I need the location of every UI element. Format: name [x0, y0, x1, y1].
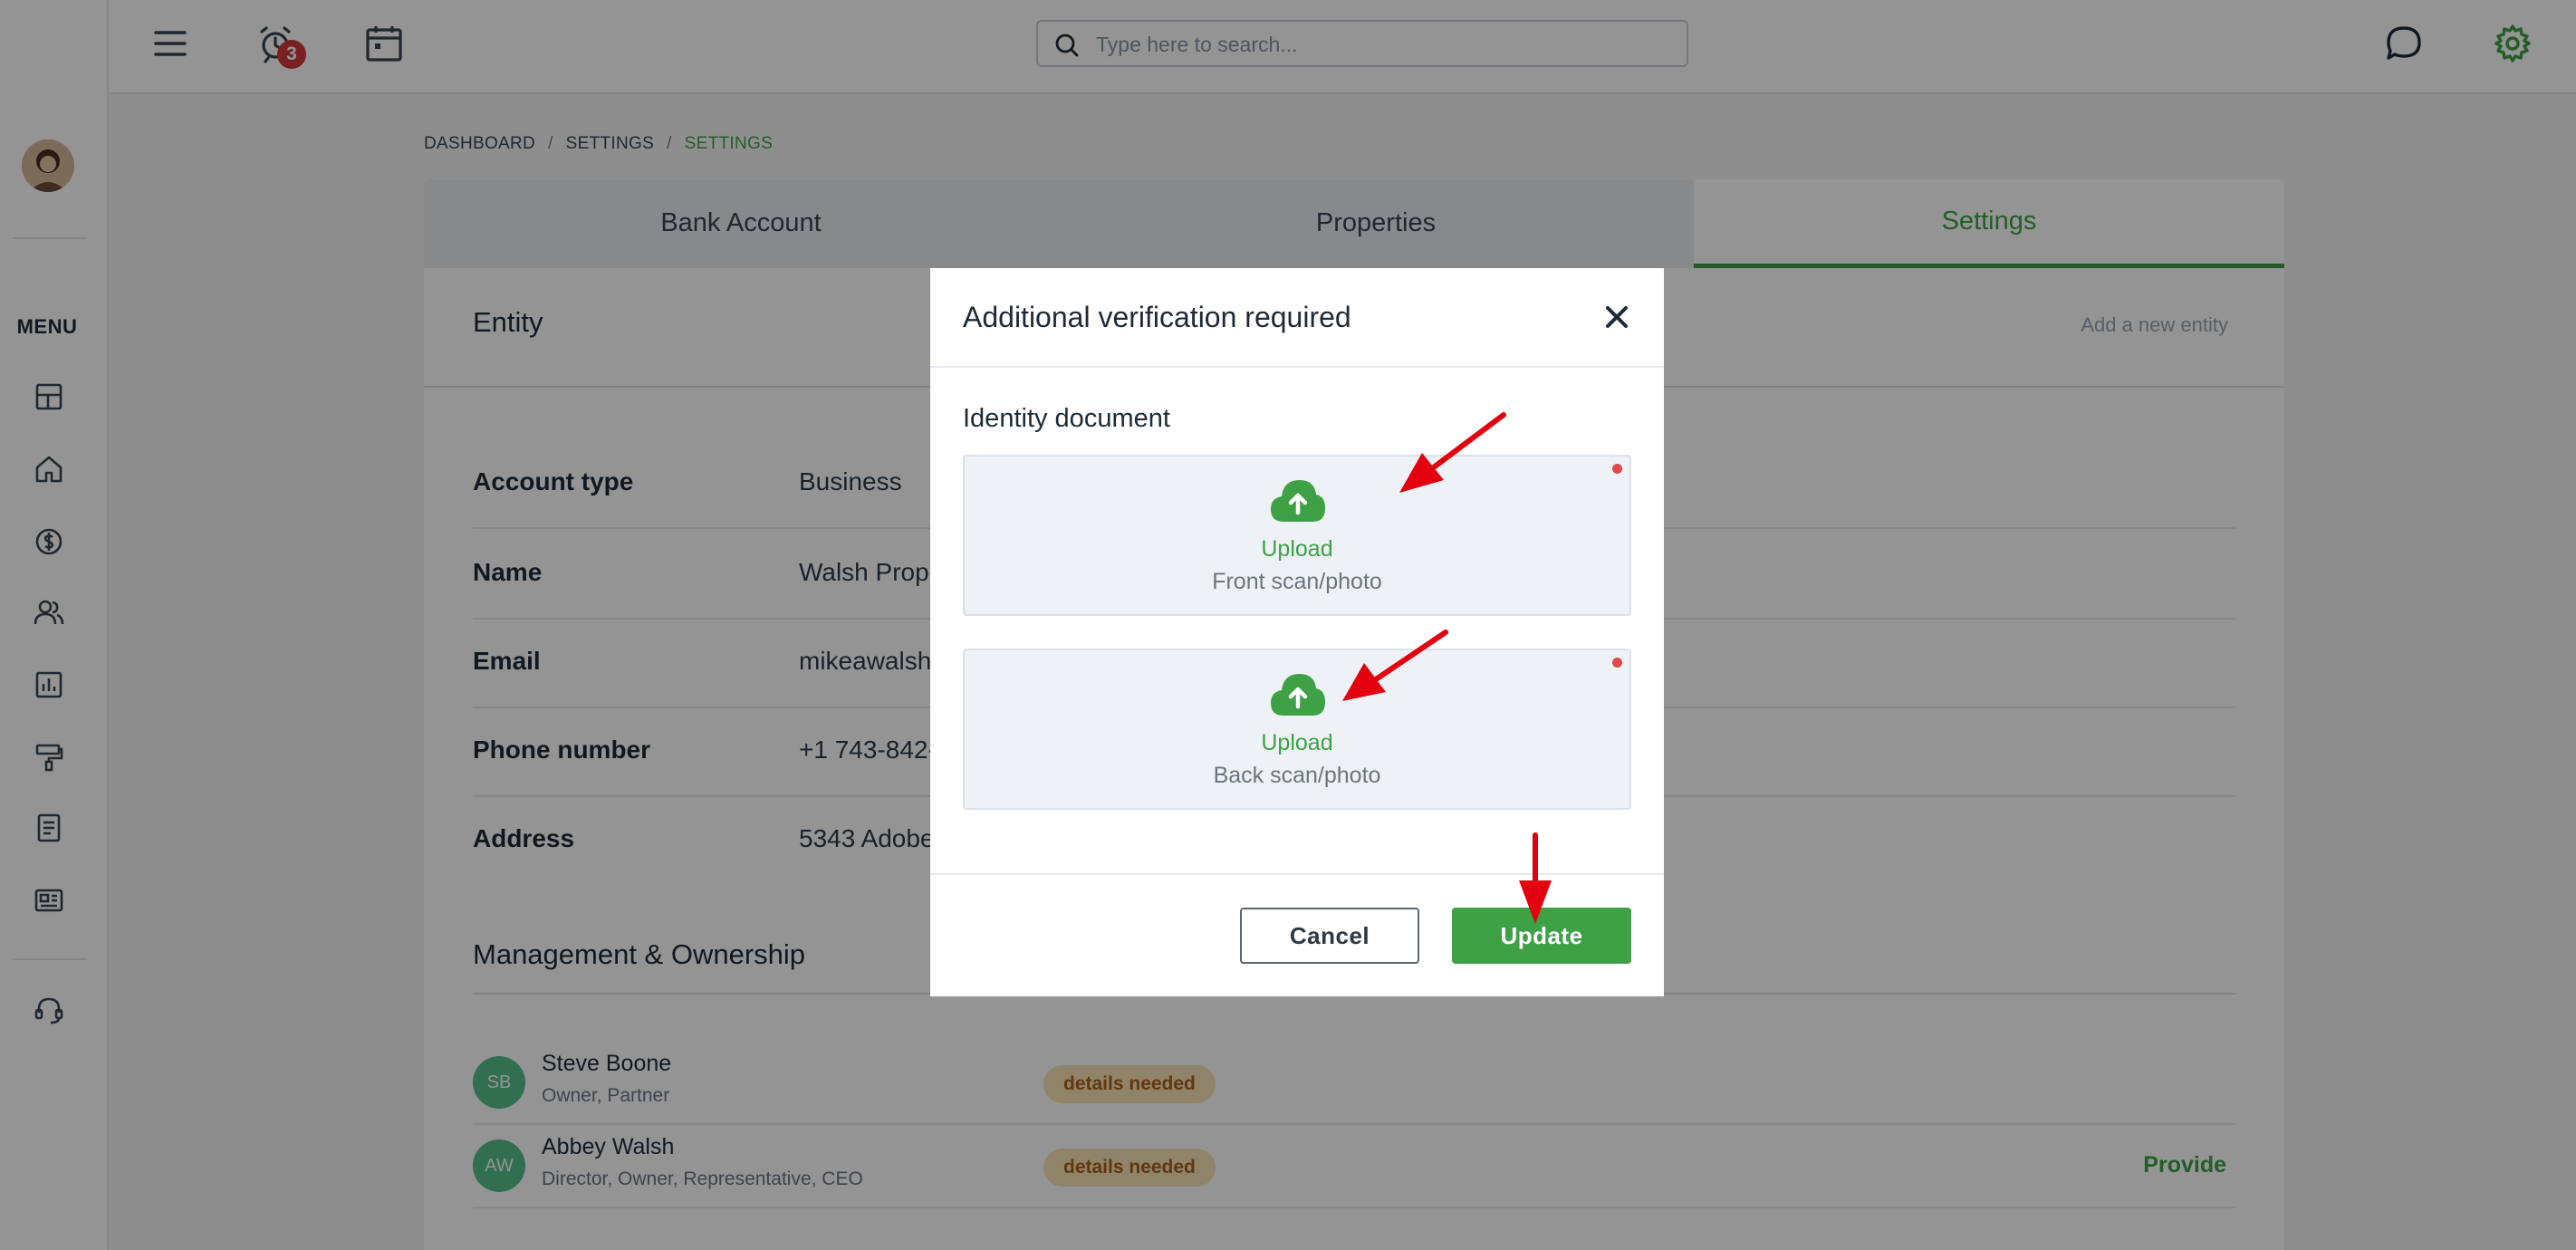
modal-title: Additional verification required: [963, 301, 1351, 333]
cancel-button[interactable]: Cancel: [1240, 908, 1419, 964]
cloud-upload-icon: [1269, 670, 1327, 719]
required-indicator: [1612, 658, 1622, 668]
required-indicator: [1612, 464, 1622, 474]
identity-document-label: Identity document: [963, 404, 1170, 433]
verification-modal: Additional verification required Identit…: [930, 268, 1664, 996]
upload-sublabel: Front scan/photo: [1212, 569, 1382, 594]
upload-label: Upload: [1261, 536, 1333, 562]
modal-footer: Cancel Update: [930, 873, 1664, 996]
upload-label: Upload: [1261, 730, 1333, 755]
upload-sublabel: Back scan/photo: [1213, 763, 1381, 788]
cloud-upload-icon: [1269, 476, 1327, 525]
upload-back-dropzone[interactable]: Upload Back scan/photo: [963, 649, 1631, 810]
close-icon[interactable]: [1600, 301, 1633, 333]
update-button[interactable]: Update: [1452, 908, 1631, 964]
modal-header: Additional verification required: [930, 268, 1664, 368]
upload-front-dropzone[interactable]: Upload Front scan/photo: [963, 455, 1631, 616]
